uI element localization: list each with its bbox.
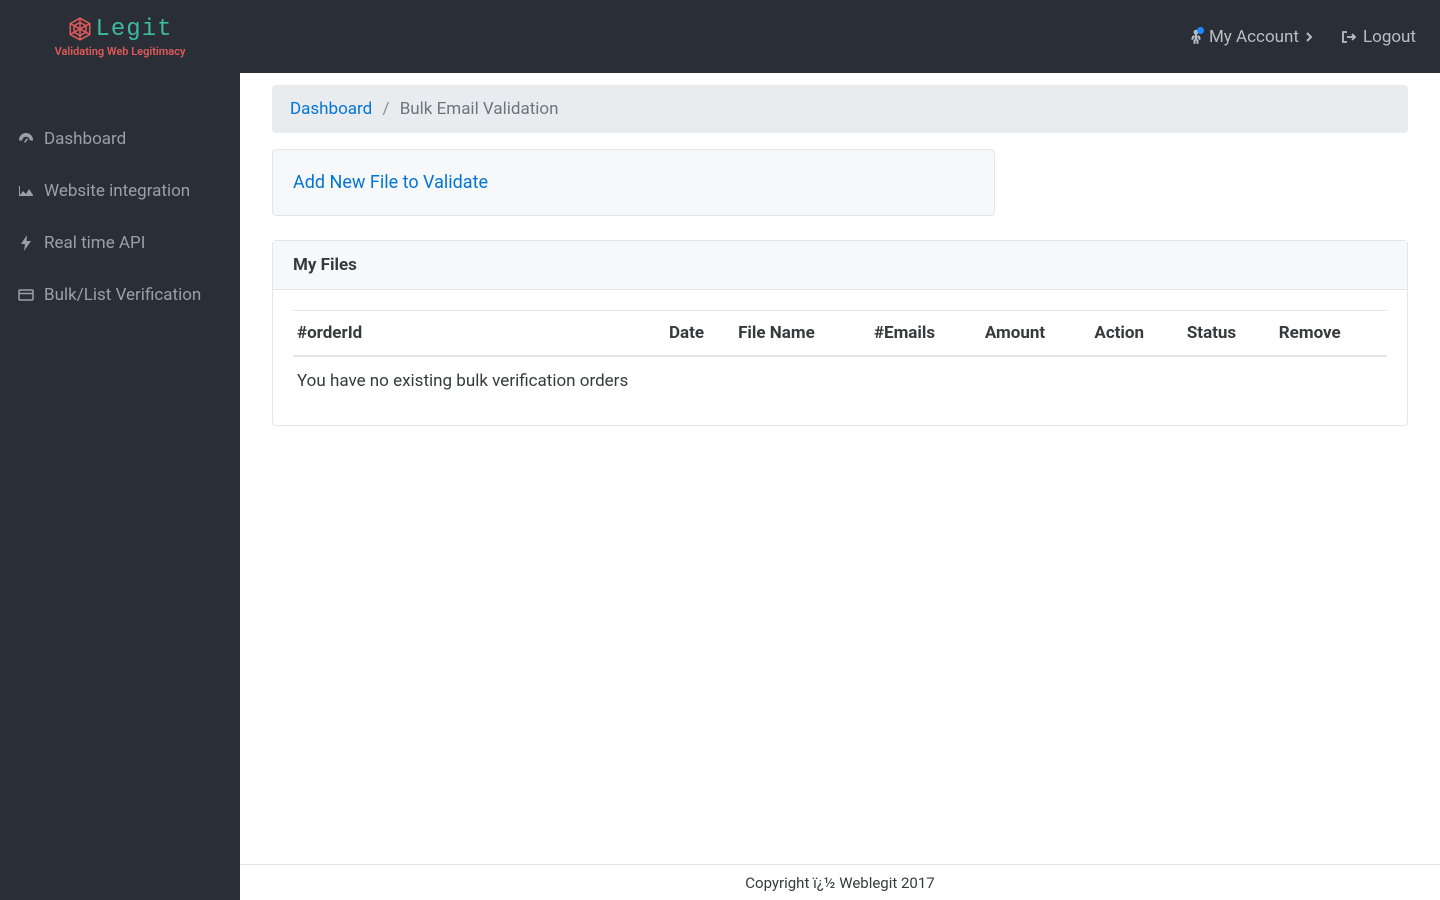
breadcrumb-root-link[interactable]: Dashboard <box>290 99 372 119</box>
bolt-icon <box>18 235 34 251</box>
my-account-menu[interactable]: My Account <box>1189 27 1313 47</box>
sidebar: Dashboard Website integration Real time … <box>0 73 240 900</box>
brand-mark-icon <box>67 16 93 42</box>
sidebar-item-real-time-api[interactable]: Real time API <box>0 217 240 269</box>
sidebar-item-label: Website integration <box>44 181 190 201</box>
footer-text: Copyright ï¿½ Weblegit 2017 <box>745 874 934 892</box>
main-content: Dashboard / Bulk Email Validation Add Ne… <box>240 73 1440 864</box>
breadcrumb-current: Bulk Email Validation <box>400 99 559 119</box>
brand-tagline: Validating Web Legitimacy <box>55 45 186 58</box>
my-files-panel: My Files #orderId Date File Name #Emails… <box>272 240 1408 426</box>
sidebar-item-website-integration[interactable]: Website integration <box>0 165 240 217</box>
col-date: Date <box>665 311 734 357</box>
col-status: Status <box>1183 311 1275 357</box>
brand-logo[interactable]: Legit Validating Web Legitimacy <box>0 0 240 73</box>
logout-link[interactable]: Logout <box>1341 27 1416 47</box>
col-filename: File Name <box>734 311 870 357</box>
sidebar-item-label: Real time API <box>44 233 145 253</box>
logout-label: Logout <box>1363 27 1416 47</box>
area-chart-icon <box>18 184 34 198</box>
sidebar-item-bulk-verification[interactable]: Bulk/List Verification <box>0 269 240 321</box>
col-amount: Amount <box>981 311 1091 357</box>
sidebar-item-label: Dashboard <box>44 129 126 149</box>
topbar: Legit Validating Web Legitimacy My Accou… <box>0 0 1440 73</box>
sidebar-item-dashboard[interactable]: Dashboard <box>0 113 240 165</box>
topnav: My Account Logout <box>1189 27 1416 47</box>
col-emails: #Emails <box>870 311 981 357</box>
brand-name: Legit <box>95 16 172 43</box>
notification-dot-icon <box>1197 27 1204 34</box>
add-new-file-link[interactable]: Add New File to Validate <box>293 172 488 193</box>
files-table: #orderId Date File Name #Emails Amount A… <box>293 310 1387 405</box>
card-icon <box>18 289 34 301</box>
col-remove: Remove <box>1275 311 1387 357</box>
col-orderid: #orderId <box>293 311 665 357</box>
add-file-panel: Add New File to Validate <box>272 149 995 216</box>
table-empty-row: You have no existing bulk verification o… <box>293 356 1387 405</box>
panel-title: My Files <box>273 241 1407 290</box>
logout-icon <box>1341 30 1357 44</box>
my-account-label: My Account <box>1209 27 1299 47</box>
gauge-icon <box>18 132 34 146</box>
chevron-right-icon <box>1305 31 1313 43</box>
col-action: Action <box>1090 311 1182 357</box>
sidebar-item-label: Bulk/List Verification <box>44 285 201 305</box>
empty-message: You have no existing bulk verification o… <box>293 356 1387 405</box>
footer: Copyright ï¿½ Weblegit 2017 <box>240 864 1440 900</box>
breadcrumb: Dashboard / Bulk Email Validation <box>272 85 1408 133</box>
breadcrumb-separator: / <box>376 99 395 119</box>
